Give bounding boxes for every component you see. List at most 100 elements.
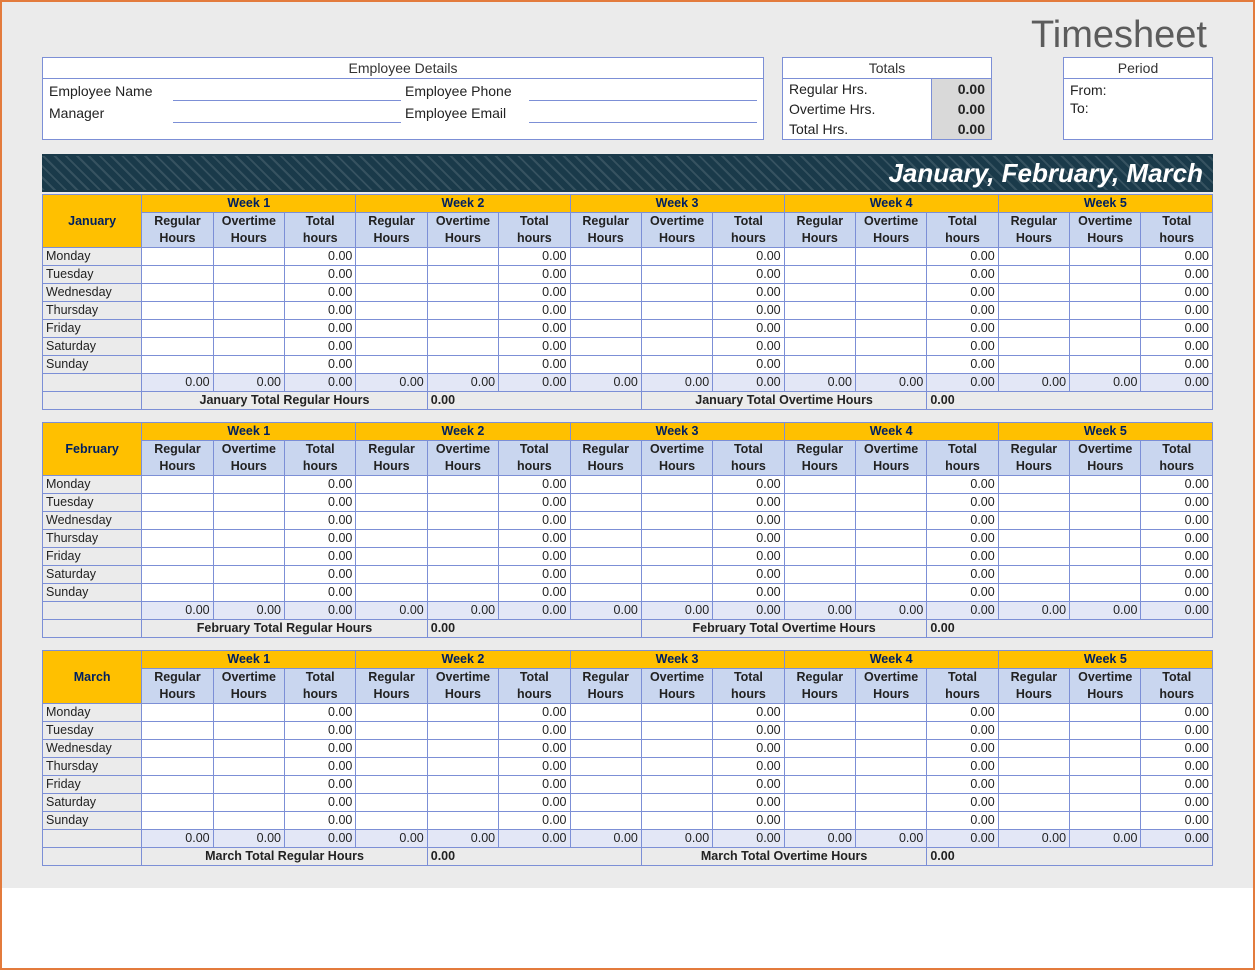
overtime-hours-cell[interactable] <box>641 284 712 302</box>
regular-hours-cell[interactable] <box>142 812 213 830</box>
regular-hours-cell[interactable] <box>570 812 641 830</box>
overtime-hours-cell[interactable] <box>641 794 712 812</box>
overtime-hours-cell[interactable] <box>213 494 284 512</box>
regular-hours-cell[interactable] <box>784 338 855 356</box>
overtime-hours-cell[interactable] <box>641 812 712 830</box>
overtime-hours-cell[interactable] <box>1070 302 1141 320</box>
overtime-hours-cell[interactable] <box>641 566 712 584</box>
regular-hours-cell[interactable] <box>356 704 427 722</box>
overtime-hours-cell[interactable] <box>641 548 712 566</box>
overtime-hours-cell[interactable] <box>213 248 284 266</box>
overtime-hours-cell[interactable] <box>1070 248 1141 266</box>
regular-hours-cell[interactable] <box>142 284 213 302</box>
regular-hours-cell[interactable] <box>998 704 1069 722</box>
regular-hours-cell[interactable] <box>784 320 855 338</box>
overtime-hours-cell[interactable] <box>1070 338 1141 356</box>
overtime-hours-cell[interactable] <box>1070 794 1141 812</box>
overtime-hours-cell[interactable] <box>1070 566 1141 584</box>
regular-hours-cell[interactable] <box>570 740 641 758</box>
regular-hours-cell[interactable] <box>142 704 213 722</box>
regular-hours-cell[interactable] <box>142 266 213 284</box>
overtime-hours-cell[interactable] <box>855 722 926 740</box>
overtime-hours-cell[interactable] <box>1070 284 1141 302</box>
overtime-hours-cell[interactable] <box>641 338 712 356</box>
regular-hours-cell[interactable] <box>570 476 641 494</box>
overtime-hours-cell[interactable] <box>213 356 284 374</box>
regular-hours-cell[interactable] <box>998 758 1069 776</box>
overtime-hours-cell[interactable] <box>641 722 712 740</box>
overtime-hours-cell[interactable] <box>1070 548 1141 566</box>
overtime-hours-cell[interactable] <box>213 776 284 794</box>
regular-hours-cell[interactable] <box>356 284 427 302</box>
overtime-hours-cell[interactable] <box>427 776 498 794</box>
regular-hours-cell[interactable] <box>784 284 855 302</box>
regular-hours-cell[interactable] <box>142 722 213 740</box>
overtime-hours-cell[interactable] <box>855 758 926 776</box>
regular-hours-cell[interactable] <box>570 284 641 302</box>
overtime-hours-cell[interactable] <box>213 722 284 740</box>
overtime-hours-cell[interactable] <box>213 320 284 338</box>
regular-hours-cell[interactable] <box>784 248 855 266</box>
overtime-hours-cell[interactable] <box>855 566 926 584</box>
overtime-hours-cell[interactable] <box>855 740 926 758</box>
overtime-hours-cell[interactable] <box>213 704 284 722</box>
overtime-hours-cell[interactable] <box>855 494 926 512</box>
overtime-hours-cell[interactable] <box>213 740 284 758</box>
overtime-hours-cell[interactable] <box>1070 722 1141 740</box>
regular-hours-cell[interactable] <box>570 584 641 602</box>
regular-hours-cell[interactable] <box>784 266 855 284</box>
overtime-hours-cell[interactable] <box>213 476 284 494</box>
overtime-hours-cell[interactable] <box>427 704 498 722</box>
overtime-hours-cell[interactable] <box>641 740 712 758</box>
regular-hours-cell[interactable] <box>784 758 855 776</box>
regular-hours-cell[interactable] <box>570 320 641 338</box>
regular-hours-cell[interactable] <box>356 512 427 530</box>
regular-hours-cell[interactable] <box>356 266 427 284</box>
regular-hours-cell[interactable] <box>142 476 213 494</box>
overtime-hours-cell[interactable] <box>427 494 498 512</box>
regular-hours-cell[interactable] <box>998 494 1069 512</box>
regular-hours-cell[interactable] <box>570 338 641 356</box>
overtime-hours-cell[interactable] <box>855 794 926 812</box>
overtime-hours-cell[interactable] <box>641 512 712 530</box>
overtime-hours-cell[interactable] <box>213 266 284 284</box>
regular-hours-cell[interactable] <box>142 548 213 566</box>
overtime-hours-cell[interactable] <box>641 776 712 794</box>
regular-hours-cell[interactable] <box>356 320 427 338</box>
regular-hours-cell[interactable] <box>356 494 427 512</box>
overtime-hours-cell[interactable] <box>855 704 926 722</box>
regular-hours-cell[interactable] <box>142 356 213 374</box>
overtime-hours-cell[interactable] <box>1070 704 1141 722</box>
regular-hours-cell[interactable] <box>998 776 1069 794</box>
overtime-hours-cell[interactable] <box>1070 320 1141 338</box>
regular-hours-cell[interactable] <box>784 794 855 812</box>
regular-hours-cell[interactable] <box>356 758 427 776</box>
overtime-hours-cell[interactable] <box>1070 266 1141 284</box>
overtime-hours-cell[interactable] <box>1070 494 1141 512</box>
overtime-hours-cell[interactable] <box>427 356 498 374</box>
regular-hours-cell[interactable] <box>998 476 1069 494</box>
overtime-hours-cell[interactable] <box>427 512 498 530</box>
regular-hours-cell[interactable] <box>570 356 641 374</box>
overtime-hours-cell[interactable] <box>641 494 712 512</box>
regular-hours-cell[interactable] <box>356 776 427 794</box>
regular-hours-cell[interactable] <box>356 548 427 566</box>
overtime-hours-cell[interactable] <box>1070 812 1141 830</box>
regular-hours-cell[interactable] <box>142 584 213 602</box>
employee-name-input[interactable] <box>173 83 401 101</box>
overtime-hours-cell[interactable] <box>855 248 926 266</box>
regular-hours-cell[interactable] <box>570 302 641 320</box>
regular-hours-cell[interactable] <box>998 794 1069 812</box>
overtime-hours-cell[interactable] <box>1070 476 1141 494</box>
overtime-hours-cell[interactable] <box>427 584 498 602</box>
overtime-hours-cell[interactable] <box>427 284 498 302</box>
employee-email-input[interactable] <box>529 105 757 123</box>
regular-hours-cell[interactable] <box>356 566 427 584</box>
overtime-hours-cell[interactable] <box>855 338 926 356</box>
overtime-hours-cell[interactable] <box>213 758 284 776</box>
regular-hours-cell[interactable] <box>998 722 1069 740</box>
overtime-hours-cell[interactable] <box>855 530 926 548</box>
regular-hours-cell[interactable] <box>998 548 1069 566</box>
overtime-hours-cell[interactable] <box>213 566 284 584</box>
regular-hours-cell[interactable] <box>142 740 213 758</box>
